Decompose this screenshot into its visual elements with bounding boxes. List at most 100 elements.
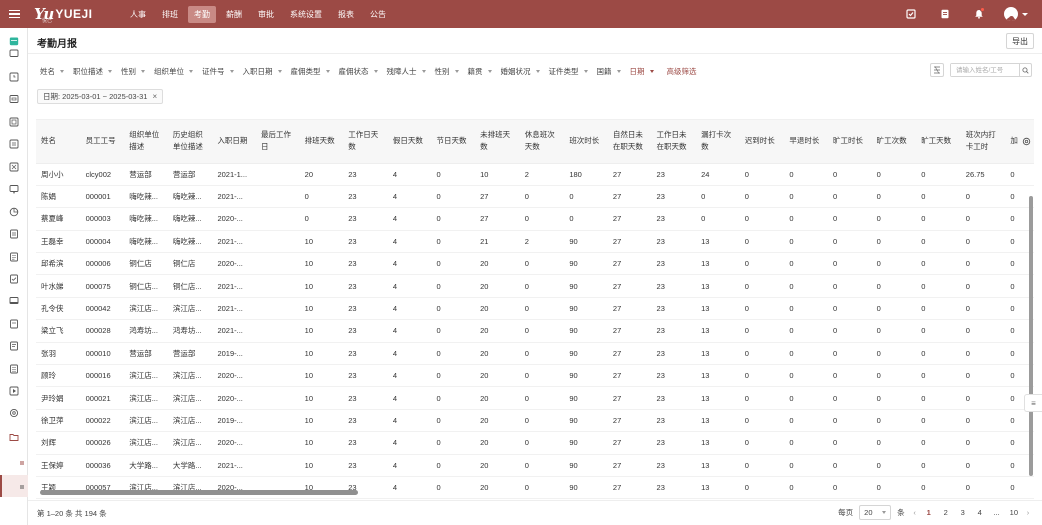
filter-dropdown[interactable]: 雇佣类型 — [291, 66, 330, 77]
column-header[interactable]: 工作日天数 — [343, 120, 388, 164]
folder-icon[interactable] — [9, 48, 19, 58]
table-row[interactable]: 徐卫萍 000022 滨江店... 滨江店... 2019-... 10 23 4 0 20 0 90… — [36, 409, 1034, 433]
column-header[interactable]: 班次内打卡工时 — [960, 120, 1006, 164]
pie-icon[interactable] — [9, 207, 19, 217]
play-icon[interactable] — [9, 386, 19, 396]
calendar-icon[interactable] — [9, 36, 19, 46]
grid-icon[interactable] — [9, 162, 19, 172]
clock-icon[interactable] — [9, 72, 19, 82]
advanced-filter-link[interactable]: 高级筛选 — [667, 66, 697, 77]
column-header[interactable]: 员工工号 — [80, 120, 125, 164]
page-number[interactable]: 10 — [1010, 508, 1018, 517]
column-header[interactable]: 旷工天数 — [916, 120, 961, 164]
sheet-icon[interactable] — [9, 364, 19, 374]
column-header[interactable]: 排班天数 — [299, 120, 344, 164]
column-header[interactable]: 节日天数 — [431, 120, 476, 164]
nav-item[interactable]: 公告 — [364, 6, 392, 23]
folder-open-icon[interactable] — [9, 432, 19, 442]
page-number[interactable]: 3 — [959, 508, 967, 517]
doc-icon[interactable] — [9, 319, 19, 329]
sub-item-icon-2[interactable] — [17, 482, 24, 492]
column-setting-icon[interactable] — [930, 63, 944, 77]
note-icon[interactable] — [9, 341, 19, 351]
filter-dropdown[interactable]: 证件号 — [202, 66, 234, 77]
column-header[interactable]: 入职日期 — [212, 120, 257, 164]
prev-page-button[interactable]: ‹ — [911, 508, 919, 517]
table-row[interactable]: 顾玲 000016 滨江店... 滨江店... 2020-... 10 23 4 0 20 0 90 2… — [36, 364, 1034, 388]
page-number[interactable]: ... — [993, 508, 1001, 517]
sub-item-icon[interactable] — [17, 458, 24, 468]
menu-icon[interactable] — [0, 0, 28, 28]
filter-dropdown[interactable]: 残障人士 — [387, 66, 426, 77]
nav-item[interactable]: 报表 — [332, 6, 360, 23]
column-header[interactable]: 漏打卡次数 — [696, 120, 740, 164]
column-header[interactable]: 工作日未在职天数 — [651, 120, 697, 164]
filter-dropdown[interactable]: 性别 — [435, 66, 459, 77]
filter-dropdown[interactable]: 职位描述 — [73, 66, 112, 77]
table-row[interactable]: 周小小 clcy002 营运部 营运部 2021-1... 20 23 4 0 10 2 180 27 2… — [36, 163, 1034, 186]
list-icon[interactable] — [9, 139, 19, 149]
card-icon[interactable] — [9, 94, 19, 104]
column-header[interactable]: 历史组织单位描述 — [167, 120, 213, 164]
file-icon[interactable] — [9, 252, 19, 262]
filter-dropdown[interactable]: 雇佣状态 — [339, 66, 378, 77]
filter-dropdown[interactable]: 入职日期 — [243, 66, 282, 77]
document-icon[interactable] — [928, 0, 962, 28]
nav-item[interactable]: 审批 — [252, 6, 280, 23]
table-row[interactable]: 陈娟 000001 嗨吃辣... 嗨吃辣... 2021-... 0 23 4 0 27 0 0 27 2… — [36, 185, 1034, 209]
table-row[interactable]: 刘辉 000026 滨江店... 滨江店... 2020-... 10 23 4 0 20 0 90 2… — [36, 431, 1034, 455]
table-row[interactable]: 张羽 000010 营运部 营运部 2019-... 10 23 4 0 20 0 90 27 23 13 0… — [36, 342, 1034, 366]
bell-icon[interactable] — [962, 0, 996, 28]
filter-dropdown[interactable]: 日期 — [630, 66, 654, 77]
next-page-button[interactable]: › — [1024, 508, 1032, 517]
table-row[interactable]: 王磊幸 000004 嗨吃辣... 嗨吃辣... 2021-... 10 23 4 0 21 2 90… — [36, 230, 1034, 254]
page-size-select[interactable]: 20 — [859, 505, 892, 520]
column-header[interactable]: 自然日未在职天数 — [607, 120, 652, 164]
page-number[interactable]: 2 — [942, 508, 950, 517]
side-panel-handle[interactable]: ≡ — [1024, 394, 1042, 412]
table-row[interactable]: 王颖 000057 滨江店... 滨江店... 2020-... 10 23 4 0 20 0 90 2… — [36, 476, 1034, 500]
page-number[interactable]: 4 — [976, 508, 984, 517]
export-button[interactable]: 导出 — [1006, 33, 1034, 49]
check-square-icon[interactable] — [894, 0, 928, 28]
filter-dropdown[interactable]: 组织单位 — [154, 66, 193, 77]
search-input[interactable] — [951, 64, 1019, 76]
report-icon[interactable] — [9, 117, 19, 127]
column-header[interactable]: 姓名 — [36, 120, 81, 164]
filter-dropdown[interactable]: 证件类型 — [549, 66, 588, 77]
column-header[interactable]: 最后工作日 — [256, 120, 300, 164]
column-header[interactable]: 早退时长 — [784, 120, 828, 164]
table-row[interactable]: 邱希滨 000006 铜仁店 铜仁店 2020-... 10 23 4 0 20 0 90 27 23 13… — [36, 252, 1034, 276]
clipboard-icon[interactable] — [9, 229, 19, 239]
table-row[interactable]: 尹玲娟 000021 滨江店... 滨江店... 2020-... 10 23 4 0 20 0 90… — [36, 386, 1034, 410]
table-row[interactable]: 王保婷 000036 大学路... 大学路... 2021-... 10 23 4 0 20 0 90… — [36, 454, 1034, 477]
nav-item[interactable]: 考勤 — [188, 5, 216, 23]
column-header[interactable]: 班次时长 — [564, 120, 608, 164]
column-header[interactable]: 休息班次天数 — [519, 120, 565, 164]
filter-dropdown[interactable]: 姓名 — [40, 66, 64, 77]
column-header[interactable]: 组织单位描述 — [124, 120, 168, 164]
column-header[interactable]: 未排班天数 — [475, 120, 520, 164]
search-icon[interactable] — [1019, 64, 1031, 76]
filter-dropdown[interactable]: 婚姻状况 — [501, 66, 540, 77]
filter-dropdown[interactable]: 籍贯 — [468, 66, 492, 77]
nav-item[interactable]: 系统设置 — [284, 6, 328, 23]
logo[interactable]: Yu YUEJI 悦己 — [34, 5, 112, 24]
date-filter-tag[interactable]: 日期: 2025-03-01 ~ 2025-03-31 × — [37, 89, 164, 104]
nav-item[interactable]: 排班 — [156, 6, 184, 23]
table-row[interactable]: 梁立飞 000028 鸿寿坊... 鸿寿坊... 2021-... 10 23 4 0 20 0 90… — [36, 319, 1034, 343]
nav-item[interactable]: 薪酬 — [220, 6, 248, 23]
desktop-icon[interactable] — [9, 296, 19, 306]
close-icon[interactable]: × — [152, 92, 157, 101]
gear-icon[interactable] — [1018, 120, 1034, 163]
monitor-icon[interactable] — [9, 184, 19, 194]
column-header[interactable]: 迟到时长 — [739, 120, 785, 164]
table-row[interactable]: 叶水娣 000075 铜仁店... 铜仁店... 2021-... 10 23 4 0 20 0 90… — [36, 274, 1034, 298]
table-row[interactable]: 孔令侠 000042 滨江店... 滨江店... 2021-... 10 23 4 0 20 0 90… — [36, 297, 1034, 321]
table-row[interactable]: 蔡夏峰 000003 嗨吃辣... 嗨吃辣... 2020-... 0 23 4 0 27 0 0 27… — [36, 207, 1034, 231]
column-header[interactable]: 假日天数 — [387, 120, 432, 164]
filter-dropdown[interactable]: 性别 — [121, 66, 145, 77]
page-number[interactable]: 1 — [925, 508, 933, 517]
nav-item[interactable]: 人事 — [124, 6, 152, 23]
task-icon[interactable] — [9, 274, 19, 284]
